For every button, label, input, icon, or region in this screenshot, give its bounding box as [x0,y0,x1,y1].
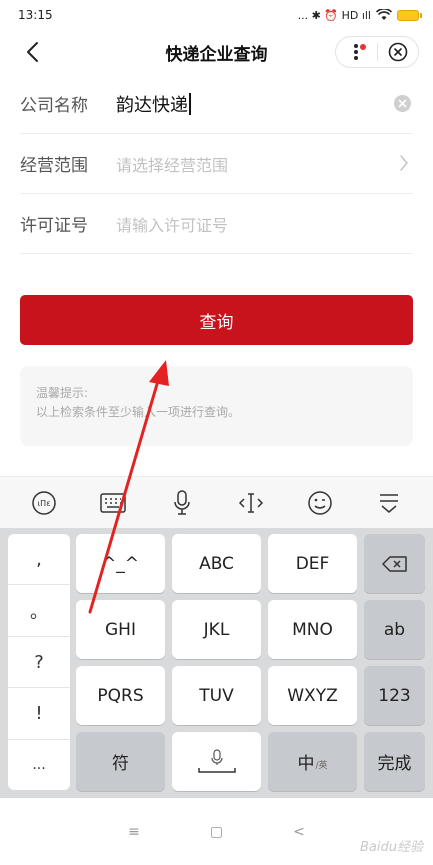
key-ghi[interactable]: GHI [76,600,165,659]
emoji-mode-icon[interactable]: ιΠε [27,486,61,520]
space-mic-icon [197,748,236,773]
query-button[interactable]: 查询 [20,295,413,345]
punctuation-column[interactable]: , 。 ? ! ... [8,534,70,790]
tip-box: 温馨提示: 以上检索条件至少输入一项进行查询。 [20,366,413,446]
key-tuv[interactable]: TUV [172,666,261,725]
company-name-input[interactable]: 韵达快递 [116,91,191,117]
key-emoticon[interactable]: ^_^ [76,534,165,593]
lang-sub-label: /英 [315,761,328,771]
key-pqrs[interactable]: PQRS [76,666,165,725]
key-ab[interactable]: ab [364,600,425,659]
clear-icon [398,99,407,108]
lang-main-label: 中 [297,754,315,774]
close-button[interactable] [378,37,419,67]
business-scope-row[interactable]: 经营范围 请选择经营范围 [20,134,413,194]
close-circle-icon [388,42,408,62]
keyboard: , 。 ? ! ... ^_^ ABC DEF GHI JKL MNO ab P… [0,528,433,798]
backspace-icon [381,555,407,572]
status-indicators: ... ✱ ⏰ HD ıll [297,8,422,22]
search-form: 公司名称 韵达快递 经营范围 请选择经营范围 许可证号 请输入许可证号 [20,74,413,254]
key-wxyz[interactable]: WXYZ [268,666,357,725]
more-button[interactable] [336,37,377,67]
smiley-icon[interactable] [303,486,337,520]
tip-title: 温馨提示: [36,386,89,400]
key-123[interactable]: 123 [364,666,425,725]
key-abc[interactable]: ABC [172,534,261,593]
company-name-label: 公司名称 [20,96,88,116]
backspace-key[interactable] [364,534,425,593]
license-number-label: 许可证号 [20,216,88,236]
cursor-move-icon[interactable] [234,486,268,520]
microphone-icon[interactable] [165,486,199,520]
mini-program-capsule [335,36,419,68]
key-comma[interactable]: , [8,534,70,586]
key-period[interactable]: 。 [8,585,70,637]
svg-text:ιΠε: ιΠε [38,499,51,508]
notification-badge [359,44,366,50]
status-bar: 13:15 ... ✱ ⏰ HD ıll [0,0,433,30]
keyboard-icon[interactable] [96,486,130,520]
collapse-keyboard-icon[interactable] [372,486,406,520]
wifi-icon [376,9,392,20]
back-arrow-icon [27,42,38,62]
nav-bar: 快递企业查询 [0,30,433,74]
battery-icon [397,9,422,21]
status-indicator-text: ... ✱ ⏰ HD ıll [297,8,371,22]
license-number-row: 许可证号 请输入许可证号 [20,194,413,254]
back-nav-button[interactable]: < [293,824,305,840]
business-scope-label: 经营范围 [20,156,88,176]
page-title: 快递企业查询 [165,44,268,65]
key-ellipsis[interactable]: ... [8,740,70,790]
done-key[interactable]: 完成 [364,732,425,791]
menu-nav-button[interactable]: ≡ [128,824,140,840]
more-dots-icon [354,44,359,60]
tip-text: 以上检索条件至少输入一项进行查询。 [36,405,241,419]
company-name-value: 韵达快递 [116,94,188,116]
license-number-input[interactable]: 请输入许可证号 [116,212,228,236]
key-def[interactable]: DEF [268,534,357,593]
status-time: 13:15 [18,8,53,22]
chevron-right-icon [400,155,408,171]
language-switch-key[interactable]: 中/英 [268,732,357,791]
keyboard-toolbar: ιΠε [0,476,433,528]
text-cursor [189,92,191,115]
key-question[interactable]: ? [8,637,70,689]
company-name-row: 公司名称 韵达快递 [20,74,413,134]
watermark: Baidu经验 [360,840,423,855]
business-scope-select[interactable]: 请选择经营范围 [116,152,228,176]
clear-input-button[interactable] [394,95,411,112]
key-mno[interactable]: MNO [268,600,357,659]
space-key[interactable] [172,732,261,791]
home-nav-button[interactable]: ▢ [210,824,223,840]
back-button[interactable] [18,38,46,66]
key-symbols[interactable]: 符 [76,732,165,791]
key-jkl[interactable]: JKL [172,600,261,659]
key-exclamation[interactable]: ! [8,688,70,740]
